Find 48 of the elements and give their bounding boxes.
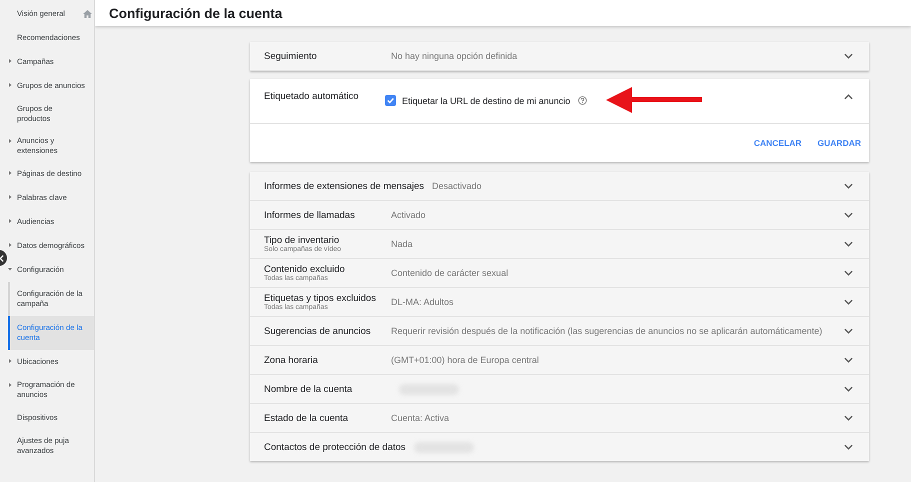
setting-value: Desactivado (432, 181, 483, 191)
chevron-down-icon[interactable] (844, 270, 853, 276)
chevron-down-icon[interactable] (844, 328, 853, 334)
cancel-button[interactable]: CANCELAR (754, 138, 802, 148)
setting-row[interactable]: Seguimiento No hay ninguna opción definida (250, 42, 869, 71)
page-title: Configuración de la cuenta (109, 6, 282, 20)
chevron-up-icon[interactable] (844, 94, 853, 100)
chevron-down-icon[interactable] (844, 299, 853, 305)
setting-label: Nombre de la cuenta (264, 384, 354, 394)
setting-row[interactable]: Informes de llamadas Activado (250, 201, 869, 230)
setting-value: Requerir revisión después de la notificación (las sugerencias de anuncios no se aplicarán automáticamente) (391, 326, 824, 336)
setting-label: Sugerencias de anuncios (264, 326, 372, 336)
setting-label: Etiquetado automático (264, 91, 360, 102)
setting-label: Contenido excluido (264, 264, 346, 275)
setting-value: Contenido de carácter sexual (391, 268, 510, 278)
chevron-down-icon[interactable] (844, 357, 853, 363)
chevron-down-icon[interactable] (844, 444, 853, 450)
setting-value: No hay ninguna opción definida (391, 51, 518, 61)
setting-label: Informes de llamadas (264, 210, 356, 220)
chevron-down-icon[interactable] (844, 212, 853, 218)
setting-row[interactable]: Estado de la cuenta Cuenta: Activa (250, 404, 869, 433)
setting-label: Seguimiento (264, 50, 318, 62)
checkbox[interactable] (385, 95, 396, 106)
setting-label: Estado de la cuenta (264, 412, 349, 424)
setting-row[interactable]: Contactos de protección de datos (250, 433, 869, 461)
setting-row[interactable]: Informes de extensiones de mensajes Desactivado (250, 172, 869, 201)
setting-row[interactable]: Sugerencias de anuncios Requerir revisión después de la notificación (las sugerencias de anuncios no se aplicarán automáticamente) (250, 317, 869, 346)
chevron-down-icon[interactable] (844, 386, 853, 392)
setting-label: Zona horaria (264, 354, 319, 366)
checkbox-label: Etiquetar la URL de destino de mi anuncio (402, 96, 570, 106)
setting-label: Tipo de inventario (264, 235, 340, 246)
setting-value: Activado (391, 210, 427, 220)
chevron-down-icon[interactable] (844, 53, 853, 59)
setting-value: Cuenta: Activa (391, 413, 450, 423)
save-button[interactable]: GUARDAR (818, 138, 861, 148)
setting-label: Informes de extensiones de mensajes (264, 180, 424, 192)
chevron-left-icon (0, 254, 4, 262)
setting-value: Nada (391, 239, 414, 249)
chevron-down-icon[interactable] (844, 241, 853, 247)
setting-value: (GMT+01:00) hora de Europa central (391, 355, 540, 365)
setting-value: DL-MA: Adultos (391, 297, 455, 307)
setting-label: Contactos de protección de datos (264, 442, 406, 452)
setting-row[interactable]: Nombre de la cuenta (250, 375, 869, 404)
chevron-down-icon[interactable] (844, 415, 853, 421)
setting-row[interactable]: Zona horaria (GMT+01:00) hora de Europa central (250, 346, 869, 375)
chevron-down-icon[interactable] (844, 183, 853, 189)
setting-label: Etiquetas y tipos excluidos (264, 293, 377, 304)
help-icon[interactable] (578, 96, 588, 105)
